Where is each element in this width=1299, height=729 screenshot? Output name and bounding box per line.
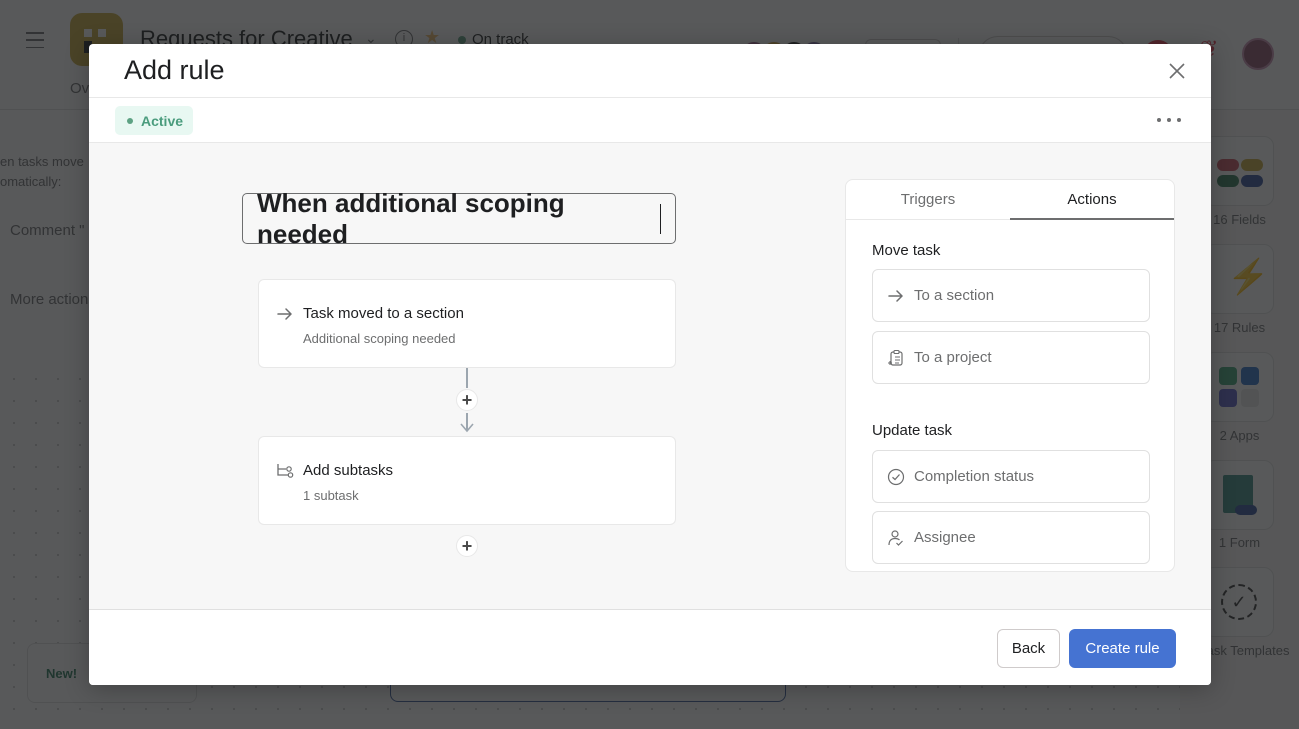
actions-panel: Triggers Actions Move task To a section … [845,179,1175,572]
action-card[interactable]: Add subtasks 1 subtask [258,436,676,525]
more-options-button[interactable] [1157,110,1181,130]
arrow-right-icon [888,289,903,302]
check-circle-icon [887,468,905,485]
tab-triggers[interactable]: Triggers [846,180,1010,219]
create-rule-button[interactable]: Create rule [1069,629,1176,668]
add-action-button[interactable]: + [456,535,478,557]
option-label: Completion status [914,468,1035,485]
ellipsis-icon [1157,118,1161,122]
status-badge[interactable]: Active [115,106,194,135]
option-to-a-section[interactable]: To a section [872,269,1150,322]
text-cursor [660,203,661,234]
add-rule-dialog: Add rule Active When additional scoping … [89,44,1211,685]
option-completion-status[interactable]: Completion status [872,450,1150,503]
section-title-move-task: Move task [872,242,941,259]
status-dot-icon [127,117,133,124]
panel-tabs: Triggers Actions [846,180,1174,220]
status-badge-label: Active [141,112,184,129]
clipboard-icon [888,349,903,366]
option-to-a-project[interactable]: To a project [872,331,1150,384]
action-title: Add subtasks [303,462,394,479]
ellipsis-dot [1167,118,1171,122]
rule-name-value: When additional scoping needed [257,187,565,249]
dialog-subheader: Active [89,98,1211,143]
connector-line [466,368,468,388]
dialog-title: Add rule [124,55,225,85]
subtasks-icon [277,464,294,478]
dialog-footer: Back Create rule [89,610,1211,685]
action-subtitle: 1 subtask [303,488,359,503]
rule-name-input[interactable]: When additional scoping needed [242,188,676,249]
ellipsis-dot [1177,118,1181,122]
assignee-icon [888,529,903,546]
close-icon [1169,63,1185,79]
plus-icon: + [461,536,473,556]
option-label: To a section [914,287,995,304]
option-assignee[interactable]: Assignee [872,511,1150,564]
dialog-header: Add rule [89,44,1211,98]
close-button[interactable] [1165,59,1189,83]
rule-builder-canvas: When additional scoping needed Task move… [89,143,1211,610]
arrow-down-icon [460,423,474,433]
add-step-button[interactable]: + [456,389,478,411]
arrow-right-icon [277,308,292,320]
plus-icon: + [461,390,473,410]
trigger-subtitle: Additional scoping needed [303,331,456,346]
trigger-title: Task moved to a section [303,305,464,322]
option-label: Assignee [914,529,976,546]
back-button[interactable]: Back [997,629,1060,668]
option-label: To a project [914,349,992,366]
section-title-update-task: Update task [872,422,953,439]
trigger-card[interactable]: Task moved to a section Additional scopi… [258,279,676,368]
tab-actions[interactable]: Actions [1010,180,1174,220]
